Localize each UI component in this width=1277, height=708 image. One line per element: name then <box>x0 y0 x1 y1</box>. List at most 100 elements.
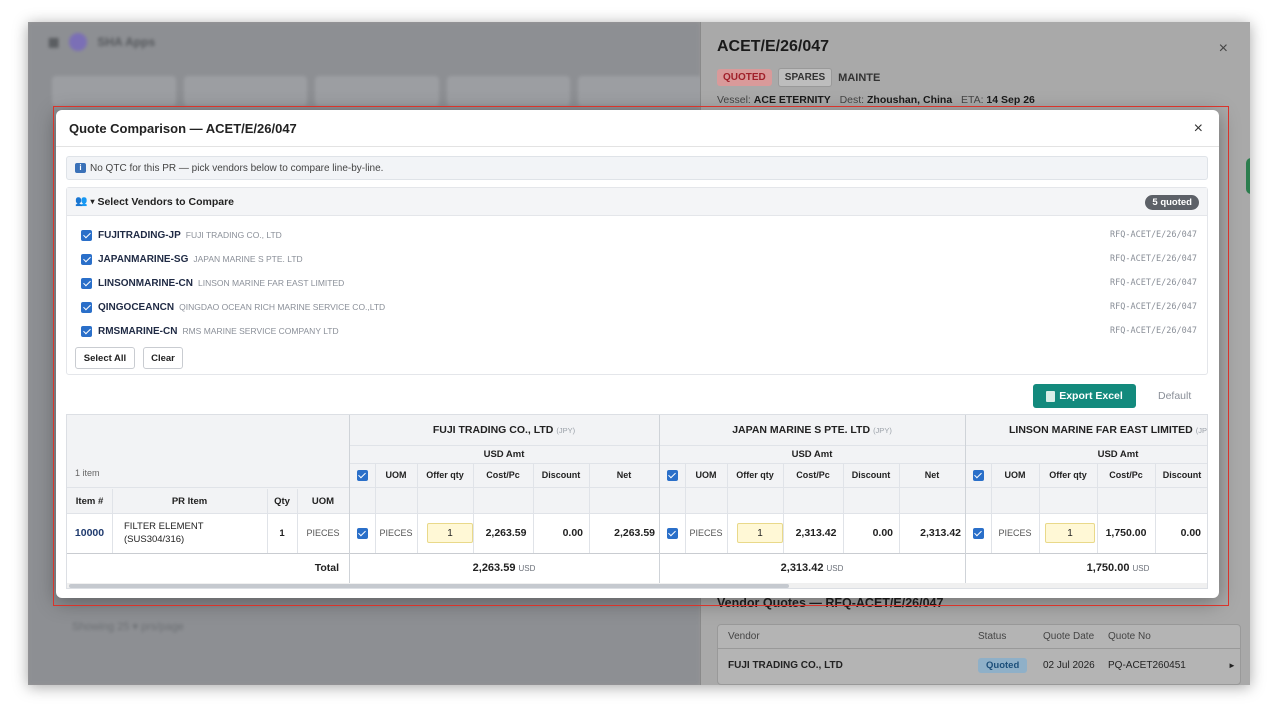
filter-where[interactable] <box>52 76 176 106</box>
grid-line <box>473 463 474 553</box>
app-topbar: ▦ SHA Apps <box>28 22 700 62</box>
col-item-no: Item # <box>75 495 104 507</box>
col-discount: Discount <box>1162 470 1202 480</box>
comparison-table[interactable]: 1 item Item # PR Item Qty UOM 10000 FILT… <box>66 414 1208 589</box>
drawer-close-icon[interactable]: × <box>1219 40 1228 58</box>
grid-line <box>1097 463 1098 553</box>
action-button-edge[interactable] <box>1246 158 1250 194</box>
grid-line <box>1039 463 1040 553</box>
net: 2,263.59 <box>614 527 655 539</box>
filter-priority[interactable] <box>446 76 571 106</box>
vendor-col-checkbox[interactable] <box>965 463 991 487</box>
usd-amt-header: USD Amt <box>483 448 525 460</box>
vendor-quotes-header: Vendor Status Quote Date Quote No <box>718 625 1240 649</box>
grid-line <box>727 463 728 553</box>
col-pr-item: PR Item <box>171 495 208 507</box>
vendor-checkbox[interactable] <box>81 229 92 241</box>
filter-vertical[interactable] <box>183 76 308 106</box>
item-qty: 1 <box>279 527 285 539</box>
vendor-rfq: RFQ-ACET/E/26/047 <box>1110 254 1197 264</box>
modal-close-icon[interactable]: × <box>1194 120 1203 138</box>
discount: 0.00 <box>562 527 583 539</box>
info-icon: i <box>75 163 86 173</box>
vendor-name: FUJI TRADING CO., LTD <box>185 230 282 240</box>
eta-value: 14 Sep 26 <box>986 94 1035 106</box>
dest-value: Zhoushan, China <box>867 94 953 106</box>
vendor-quote-row[interactable]: FUJI TRADING CO., LTD Quoted 02 Jul 2026… <box>718 649 1240 681</box>
net: 2,313.42 <box>920 527 961 539</box>
total-label: Total <box>314 562 339 574</box>
vq-header-date: Quote Date <box>1043 631 1095 642</box>
default-view-link[interactable]: Default <box>1158 390 1191 402</box>
vendor-total-value: 2,313.42 <box>780 562 824 574</box>
vendor-code: LINSONMARINE-CN <box>98 277 193 289</box>
vendor-option[interactable]: LINSONMARINE-CN LINSON MARINE FAR EAST L… <box>81 275 1197 291</box>
grid-line <box>112 489 113 553</box>
vendor-option[interactable]: JAPANMARINE-SG JAPAN MARINE S PTE. LTD R… <box>81 251 1197 267</box>
vendor-col-header: LINSON MARINE FAR EAST LIMITED(JPY) <box>965 415 1207 445</box>
vendor-rfq: RFQ-ACET/E/26/047 <box>1110 278 1197 288</box>
item-uom: PIECES <box>306 528 340 538</box>
vendor-col-name: FUJI TRADING CO., LTD <box>432 424 554 436</box>
vendor-uom: PIECES <box>689 528 723 538</box>
drawer-title: ACET/E/26/047 <box>717 38 830 55</box>
vendor-total: 2,313.42 USD <box>659 553 965 583</box>
row-checkbox[interactable] <box>965 513 991 553</box>
vendor-selector-header[interactable]: 👥 ▾ Select Vendors to Compare 5 quoted <box>67 188 1207 216</box>
vendor-checkbox[interactable] <box>81 301 92 313</box>
grid-line <box>349 445 1207 446</box>
filter-pr-status[interactable] <box>578 76 702 106</box>
vq-status-badge: Quoted <box>978 657 1028 673</box>
usd-tag: USD <box>1132 563 1150 573</box>
expand-arrow-icon[interactable]: ► <box>1228 661 1236 670</box>
cost-pc: 2,313.42 <box>795 527 837 539</box>
vendor-option[interactable]: QINGOCEANCN QINGDAO OCEAN RICH MARINE SE… <box>81 299 1197 315</box>
offer-qty-input[interactable]: 1 <box>737 523 783 543</box>
vendor-col-header: FUJI TRADING CO., LTD (JPY) <box>349 415 659 445</box>
vessel-label: Vessel: <box>717 94 751 106</box>
vendor-code: JAPANMARINE-SG <box>98 253 189 265</box>
vendor-col-checkbox[interactable] <box>659 463 685 487</box>
pagination-showing: Showing 25 ▾ prs/page <box>72 621 184 633</box>
vendor-col-header: JAPAN MARINE S PTE. LTD (JPY) <box>659 415 965 445</box>
grid-line <box>589 463 590 553</box>
export-excel-label: Export Excel <box>1059 390 1123 402</box>
drawer-badges: QUOTED SPARES MAINTE <box>717 68 880 87</box>
grid-line <box>659 415 660 583</box>
vendor-option[interactable]: RMSMARINE-CN RMS MARINE SERVICE COMPANY … <box>81 323 1197 339</box>
vendor-name: QINGDAO OCEAN RICH MARINE SERVICE CO.,LT… <box>179 302 386 312</box>
scrollbar-thumb[interactable] <box>69 584 789 588</box>
status-badge: QUOTED <box>717 69 772 86</box>
vendor-rfq: RFQ-ACET/E/26/047 <box>1110 230 1197 240</box>
horizontal-scrollbar[interactable] <box>67 583 1207 588</box>
row-checkbox[interactable] <box>659 513 685 553</box>
grid-line <box>349 463 1207 464</box>
col-cost-pc: Cost/Pc <box>486 470 520 480</box>
vendor-rfq: RFQ-ACET/E/26/047 <box>1110 302 1197 312</box>
offer-qty-input[interactable]: 1 <box>1045 523 1095 543</box>
export-excel-button[interactable]: Export Excel <box>1033 384 1136 408</box>
filter-pr-number[interactable] <box>315 76 439 106</box>
grid-line <box>375 463 376 553</box>
drawer-meta: Vessel: ACE ETERNITY Dest: Zhoushan, Chi… <box>717 94 1035 106</box>
vendor-quotes-table: Vendor Status Quote Date Quote No FUJI T… <box>717 624 1241 685</box>
discount: 0.00 <box>1180 527 1201 539</box>
offer-qty-input[interactable]: 1 <box>427 523 473 543</box>
quoted-count-badge: 5 quoted <box>1145 195 1199 210</box>
app-name: SHA Apps <box>97 35 156 49</box>
vendor-checkbox[interactable] <box>81 325 92 337</box>
vendor-col-checkbox[interactable] <box>349 463 375 487</box>
select-all-button[interactable]: Select All <box>75 347 135 369</box>
vq-header-status: Status <box>978 631 1007 642</box>
app-logo <box>69 33 88 51</box>
vendor-checkbox[interactable] <box>81 253 92 265</box>
clear-button[interactable]: Clear <box>143 347 183 369</box>
category-badge: MAINTE <box>838 71 881 84</box>
row-checkbox[interactable] <box>349 513 375 553</box>
col-discount: Discount <box>541 470 581 480</box>
grid-line <box>67 553 1207 554</box>
type-badge: SPARES <box>777 68 833 87</box>
menu-icon: ▦ <box>48 35 60 49</box>
vendor-checkbox[interactable] <box>81 277 92 289</box>
vendor-option[interactable]: FUJITRADING-JP FUJI TRADING CO., LTD RFQ… <box>81 227 1197 243</box>
